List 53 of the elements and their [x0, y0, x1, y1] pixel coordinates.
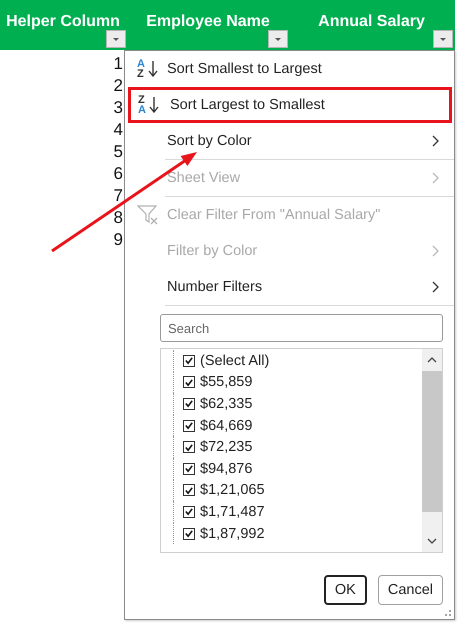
checkbox[interactable] [183, 506, 195, 518]
caret-icon [274, 36, 282, 42]
column-header: Helper Column [6, 12, 120, 32]
caret-icon [112, 36, 120, 42]
value-label: (Select All) [200, 352, 270, 369]
table-cell-text: 2 [112, 75, 124, 97]
menu-item[interactable]: Z A Sort Largest to Smallest [128, 87, 452, 123]
filter-dropdown-button[interactable] [106, 30, 126, 48]
value-label: $64,669 [200, 418, 252, 434]
table-cell-text: 8 [112, 207, 124, 229]
filter-dropdown-button[interactable] [433, 30, 453, 48]
table-cell-text: 4 [112, 119, 124, 141]
value-label: $55,859 [200, 374, 252, 390]
checkbox[interactable] [183, 420, 195, 432]
table-cell-text: 5 [112, 141, 124, 163]
menu-item[interactable]: Sort by Color [125, 123, 454, 159]
scroll-up-icon[interactable] [427, 356, 437, 364]
value-label: $94,876 [200, 460, 252, 477]
checkbox[interactable] [183, 462, 195, 475]
value-label: $1,87,992 [200, 526, 265, 542]
resize-grip-icon[interactable] [442, 609, 452, 617]
checkbox[interactable] [183, 528, 195, 540]
value-label: $1,21,065 [200, 482, 265, 498]
table-cell-text: 3 [112, 97, 124, 119]
column-header: Annual Salary [318, 12, 425, 32]
ok-button[interactable]: OK [324, 575, 367, 605]
menu-item[interactable]: A Z Sort Smallest to Largest [125, 51, 454, 87]
value-label: $1,71,487 [200, 504, 265, 520]
menu-item[interactable]: Number Filters [125, 269, 454, 305]
table-cell-text: 6 [112, 163, 124, 185]
value-label: $62,335 [200, 396, 252, 412]
value-label: $72,235 [200, 439, 252, 456]
checkbox[interactable] [183, 398, 195, 410]
chevron-right-icon [432, 281, 440, 293]
filter-dropdown-button[interactable] [268, 30, 288, 48]
chevron-right-icon [432, 135, 440, 147]
chevron-right-icon [432, 172, 440, 184]
checkbox[interactable] [183, 441, 195, 454]
table-cell-text: 1 [112, 53, 124, 75]
caret-icon [439, 36, 447, 42]
cancel-button[interactable]: Cancel [378, 575, 443, 605]
table-cell-text: 7 [112, 185, 124, 207]
column-header: Employee Name [146, 12, 270, 32]
chevron-right-icon [432, 245, 440, 257]
scrollbar-thumb[interactable] [422, 371, 442, 512]
table-cell-text: 9 [112, 229, 124, 251]
scrollbar[interactable] [422, 349, 442, 552]
clear-filter-icon [137, 205, 158, 225]
scroll-down-icon[interactable] [427, 537, 437, 545]
checkbox[interactable] [183, 376, 195, 388]
checkbox[interactable] [183, 354, 195, 367]
checkbox[interactable] [183, 484, 195, 496]
search-field[interactable]: Search [160, 314, 443, 342]
